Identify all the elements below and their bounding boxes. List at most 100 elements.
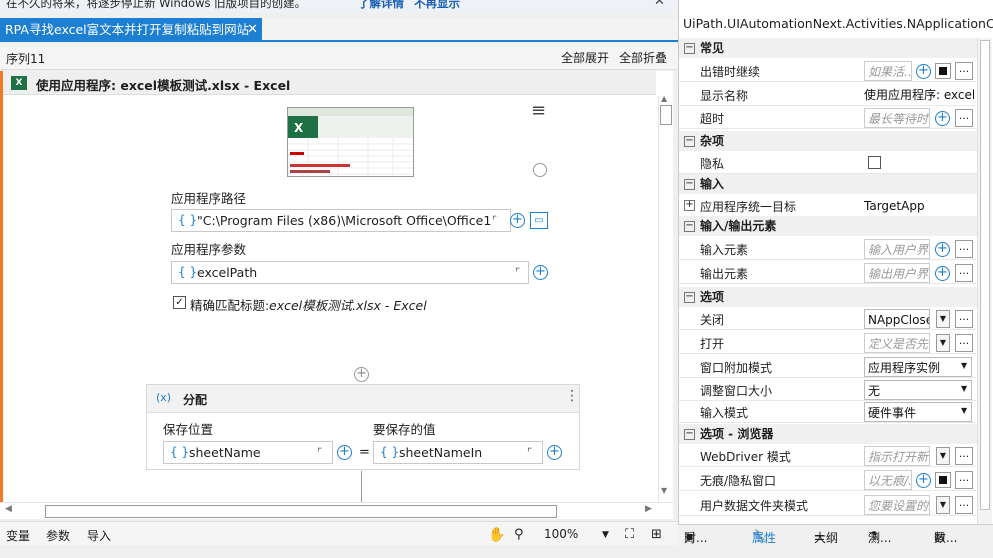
prop-unified-target[interactable]: + 应用程序统一目标 TargetApp [679, 194, 977, 217]
prop-incognito[interactable]: 无痕/隐私窗口 以无痕/... + ... [679, 468, 977, 491]
target-icon[interactable] [533, 163, 547, 177]
ellipsis-button[interactable]: ... [955, 310, 973, 328]
variables-tab[interactable]: 变量 [6, 527, 30, 544]
ellipsis-button[interactable]: ... [955, 496, 973, 514]
scroll-down-icon[interactable]: ▼ [661, 486, 667, 495]
prop-continue-on-error[interactable]: 出错时继续 如果活... + ... [679, 59, 977, 82]
chevron-down-icon[interactable]: ▼ [961, 384, 967, 393]
prop-input-element[interactable]: 输入元素 输入用户界... + ... [679, 237, 977, 260]
expand-icon[interactable]: ⌜ [515, 262, 520, 283]
add-icon[interactable]: + [935, 111, 950, 126]
prop-value[interactable]: 无 [864, 380, 972, 400]
chevron-down-icon[interactable]: ▼ [936, 334, 950, 352]
ellipsis-button[interactable]: ... [955, 264, 973, 282]
prop-resize[interactable]: 调整窗口大小 无 ▼ [679, 378, 977, 401]
prop-value[interactable]: 应用程序实例 [864, 357, 972, 377]
fit-screen-icon[interactable]: ⛶ [625, 527, 634, 542]
scrollbar-thumb[interactable] [980, 40, 990, 510]
prop-webdriver[interactable]: WebDriver 模式 指示打开新... ▼ ... [679, 444, 977, 467]
prop-value[interactable]: 如果活... [864, 61, 912, 81]
ellipsis-button[interactable]: ... [955, 447, 973, 465]
category-options[interactable]: − 选项 [679, 287, 977, 307]
collapse-icon[interactable]: − [684, 292, 695, 303]
stop-icon[interactable] [935, 472, 951, 488]
arguments-tab[interactable]: 参数 [46, 527, 70, 544]
add-icon[interactable]: + [533, 265, 548, 280]
collapse-icon[interactable]: − [684, 136, 695, 147]
collapse-all-button[interactable]: 全部折叠 [619, 49, 667, 66]
expand-icon[interactable]: + [684, 200, 695, 211]
prop-value[interactable]: 硬件事件 [864, 402, 972, 422]
expand-icon[interactable]: ⌜ [527, 442, 532, 463]
screenshot-thumbnail[interactable]: X [287, 107, 414, 177]
prop-value[interactable]: TargetApp [864, 196, 925, 216]
stop-icon[interactable] [935, 63, 951, 79]
hand-icon[interactable]: ✋ [488, 527, 505, 543]
prop-input-mode[interactable]: 输入模式 硬件事件 ▼ [679, 400, 977, 423]
prop-value[interactable]: NAppClose... [864, 309, 930, 329]
assign-value-field[interactable]: { } sheetNameIn ⌜ [373, 441, 543, 464]
learn-more-link[interactable]: 了解详情 [358, 0, 404, 11]
add-icon[interactable]: + [916, 64, 931, 79]
prop-value[interactable]: 指示打开新... [864, 446, 930, 466]
add-icon[interactable]: + [337, 445, 352, 460]
category-misc[interactable]: − 杂项 [679, 131, 977, 151]
tab-workflow[interactable]: RPA寻找excel富文本并打开复制粘贴到网站 ✕ [0, 18, 262, 42]
scroll-left-icon[interactable]: ◀ [5, 504, 12, 514]
scrollbar-thumb[interactable] [660, 105, 672, 125]
app-args-field[interactable]: { } excelPath ⌜ [171, 261, 529, 284]
prop-timeout[interactable]: 超时 最长等待时... + ... [679, 106, 977, 129]
close-icon[interactable]: ✕ [247, 18, 258, 42]
scroll-up-icon[interactable]: ▲ [661, 94, 667, 103]
category-input[interactable]: − 输入 [679, 174, 977, 194]
prop-open[interactable]: 打开 定义是否先... ▼ ... [679, 331, 977, 354]
category-browser[interactable]: − 选项 - 浏览器 [679, 424, 977, 444]
collapse-icon[interactable]: − [684, 43, 695, 54]
more-icon[interactable]: ⋮ [565, 388, 579, 404]
close-icon[interactable]: ✕ [654, 0, 665, 9]
prop-output-element[interactable]: 输出元素 输出用户界... + ... [679, 261, 977, 284]
chevron-down-icon[interactable]: ▼ [961, 361, 967, 370]
prop-value[interactable]: 输出用户界... [864, 263, 930, 283]
chevron-down-icon[interactable]: ▼ [936, 496, 950, 514]
collapse-icon[interactable]: − [684, 429, 695, 440]
prop-private[interactable]: 隐私 [679, 151, 977, 174]
activity-header[interactable]: X 使用应用程序: excel模板测试.xlsx - Excel [3, 71, 656, 95]
prop-value[interactable]: 您要设置的... [864, 495, 930, 515]
ellipsis-button[interactable]: ... [955, 109, 973, 127]
browse-icon[interactable]: ▭ [530, 212, 548, 229]
add-icon[interactable]: + [916, 473, 931, 488]
assign-to-field[interactable]: { } sheetName ⌜ [163, 441, 333, 464]
add-icon[interactable]: + [547, 445, 562, 460]
exact-match-checkbox[interactable]: ✓ [173, 296, 186, 309]
prop-value[interactable]: 最长等待时... [864, 108, 930, 128]
prop-display-name[interactable]: 显示名称 使用应用程序: excel [679, 83, 977, 106]
expand-icon[interactable]: ⌜ [317, 442, 322, 463]
add-icon[interactable]: + [510, 213, 525, 228]
private-checkbox[interactable] [868, 156, 881, 169]
prop-value[interactable]: 以无痕/... [864, 470, 912, 490]
prop-value[interactable]: 输入用户界... [864, 239, 930, 259]
ellipsis-button[interactable]: ... [955, 334, 973, 352]
scroll-right-icon[interactable]: ▶ [645, 504, 652, 514]
prop-user-data[interactable]: 用户数据文件夹模式 您要设置的... ▼ ... [679, 493, 977, 516]
prop-attach-mode[interactable]: 窗口附加模式 应用程序实例 ▼ [679, 355, 977, 378]
scrollbar-thumb[interactable] [45, 505, 557, 518]
overview-icon[interactable]: ⊞ [651, 527, 662, 542]
assign-activity[interactable]: (x) 分配 ⋮ 保存位置 要保存的值 { } sheetName ⌜ + = … [146, 384, 580, 470]
zoom-icon[interactable]: ⚲ [514, 527, 524, 542]
add-activity-icon[interactable]: + [354, 367, 369, 382]
prop-value[interactable]: 定义是否先... [864, 333, 930, 353]
prop-close[interactable]: 关闭 NAppClose... ▼ ... [679, 307, 977, 330]
chevron-down-icon[interactable]: ▼ [961, 406, 967, 415]
imports-tab[interactable]: 导入 [87, 527, 111, 544]
chevron-down-icon[interactable]: ▼ [602, 530, 609, 540]
zoom-level[interactable]: 100% [544, 527, 578, 541]
collapse-icon[interactable]: − [684, 179, 695, 190]
expand-all-button[interactable]: 全部展开 [561, 49, 609, 66]
add-icon[interactable]: + [935, 242, 950, 257]
chevron-down-icon[interactable]: ▼ [936, 447, 950, 465]
ellipsis-button[interactable]: ... [955, 240, 973, 258]
properties-scrollbar[interactable] [977, 38, 992, 524]
ellipsis-button[interactable]: ... [955, 471, 973, 489]
